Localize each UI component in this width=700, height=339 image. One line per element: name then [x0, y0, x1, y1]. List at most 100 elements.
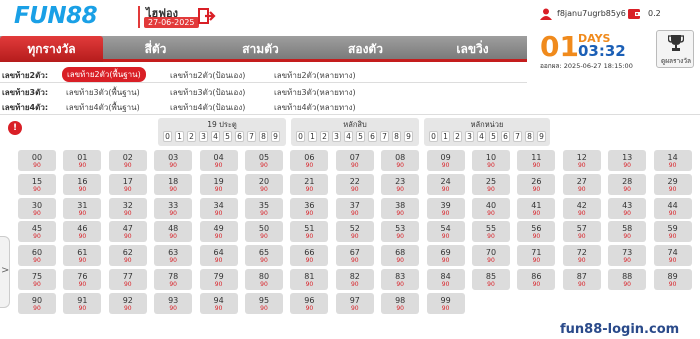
number-cell[interactable]: 76 90: [63, 269, 102, 290]
digit-button[interactable]: 4: [211, 131, 220, 142]
digit-button[interactable]: 5: [489, 131, 498, 142]
number-cell[interactable]: 73 90: [608, 245, 647, 267]
number-cell[interactable]: 98 90: [381, 292, 420, 314]
number-cell[interactable]: 62 90: [108, 245, 147, 267]
number-cell[interactable]: 44 90: [653, 197, 692, 219]
number-cell[interactable]: 51 90: [290, 221, 329, 243]
number-cell[interactable]: 87 90: [562, 269, 601, 290]
number-cell[interactable]: 38 90: [381, 197, 420, 219]
number-cell[interactable]: 04 90: [199, 150, 238, 171]
number-cell[interactable]: 48 90: [154, 221, 193, 243]
number-cell[interactable]: 13 90: [608, 150, 647, 171]
digit-button[interactable]: 7: [380, 131, 389, 142]
number-cell[interactable]: 92 90: [108, 292, 147, 314]
number-cell[interactable]: 33 90: [154, 197, 193, 219]
number-cell[interactable]: 06 90: [290, 150, 329, 171]
number-cell[interactable]: 03 90: [154, 150, 193, 171]
digit-button[interactable]: 8: [259, 131, 268, 142]
number-cell[interactable]: 66 90: [290, 245, 329, 267]
number-cell[interactable]: 41 90: [517, 197, 556, 219]
number-cell[interactable]: 05 90: [245, 150, 283, 171]
bet-option-basic[interactable]: เลขท้าย4ตัว(พื้นฐาน): [66, 101, 140, 114]
number-cell[interactable]: 14 90: [653, 150, 692, 171]
number-cell[interactable]: 82 90: [335, 269, 374, 290]
number-cell[interactable]: 46 90: [63, 221, 102, 243]
number-cell[interactable]: 79 90: [199, 269, 238, 290]
digit-button[interactable]: 4: [344, 131, 353, 142]
number-cell[interactable]: 88 90: [608, 269, 647, 290]
digit-button[interactable]: 3: [332, 131, 341, 142]
digit-button[interactable]: 7: [247, 131, 256, 142]
digit-button[interactable]: 3: [199, 131, 208, 142]
number-cell[interactable]: 28 90: [608, 173, 647, 195]
bet-option-manual[interactable]: เลขท้าย2ตัว(ป้อนเอง): [170, 69, 245, 82]
number-cell[interactable]: 78 90: [154, 269, 193, 290]
bet-option-multi[interactable]: เลขท้าย3ตัว(หลายทาง): [274, 86, 356, 99]
number-cell[interactable]: 93 90: [154, 292, 193, 314]
number-cell[interactable]: 09 90: [426, 150, 465, 171]
tab-two-digit[interactable]: สองตัว: [313, 36, 418, 62]
digit-button[interactable]: 9: [404, 131, 413, 142]
number-cell[interactable]: 55 90: [472, 221, 510, 243]
number-cell[interactable]: 32 90: [108, 197, 147, 219]
info-icon[interactable]: !: [8, 121, 22, 135]
number-cell[interactable]: 81 90: [290, 269, 329, 290]
digit-button[interactable]: 4: [477, 131, 486, 142]
digit-button[interactable]: 0: [296, 131, 305, 142]
digit-button[interactable]: 6: [368, 131, 377, 142]
digit-button[interactable]: 1: [308, 131, 317, 142]
number-cell[interactable]: 90 90: [18, 292, 56, 314]
number-cell[interactable]: 84 90: [426, 269, 465, 290]
number-cell[interactable]: 24 90: [426, 173, 465, 195]
number-cell[interactable]: 64 90: [199, 245, 238, 267]
digit-button[interactable]: 0: [163, 131, 172, 142]
number-cell[interactable]: 47 90: [108, 221, 147, 243]
number-cell[interactable]: 94 90: [199, 292, 238, 314]
number-cell[interactable]: 29 90: [653, 173, 692, 195]
side-expand-handle[interactable]: >: [0, 236, 10, 308]
bet-option-basic[interactable]: เลขท้าย2ตัว(พื้นฐาน): [62, 67, 146, 82]
digit-button[interactable]: 5: [223, 131, 232, 142]
digit-button[interactable]: 5: [356, 131, 365, 142]
number-cell[interactable]: 77 90: [108, 269, 147, 290]
number-cell[interactable]: 72 90: [562, 245, 601, 267]
exit-icon[interactable]: [198, 8, 216, 24]
number-cell[interactable]: 60 90: [18, 245, 56, 267]
number-cell[interactable]: 85 90: [472, 269, 510, 290]
digit-button[interactable]: 9: [537, 131, 546, 142]
number-cell[interactable]: 56 90: [517, 221, 556, 243]
number-cell[interactable]: 96 90: [290, 292, 329, 314]
number-cell[interactable]: 31 90: [63, 197, 102, 219]
tab-all-prizes[interactable]: ทุกรางวัล: [0, 36, 103, 62]
number-cell[interactable]: 18 90: [154, 173, 193, 195]
number-cell[interactable]: 65 90: [245, 245, 283, 267]
number-cell[interactable]: 17 90: [108, 173, 147, 195]
number-cell[interactable]: 97 90: [335, 292, 374, 314]
fun88-logo[interactable]: FUN88: [14, 3, 98, 29]
number-cell[interactable]: 22 90: [335, 173, 374, 195]
number-cell[interactable]: 83 90: [381, 269, 420, 290]
digit-button[interactable]: 6: [501, 131, 510, 142]
digit-button[interactable]: 0: [429, 131, 438, 142]
number-cell[interactable]: 49 90: [199, 221, 238, 243]
number-cell[interactable]: 42 90: [562, 197, 601, 219]
number-cell[interactable]: 30 90: [18, 197, 56, 219]
number-cell[interactable]: 00 90: [18, 150, 56, 171]
number-cell[interactable]: 70 90: [472, 245, 510, 267]
digit-button[interactable]: 8: [392, 131, 401, 142]
number-cell[interactable]: 35 90: [245, 197, 283, 219]
number-cell[interactable]: 07 90: [335, 150, 374, 171]
number-cell[interactable]: 08 90: [381, 150, 420, 171]
number-cell[interactable]: 57 90: [562, 221, 601, 243]
number-cell[interactable]: 15 90: [18, 173, 56, 195]
number-cell[interactable]: 23 90: [381, 173, 420, 195]
number-cell[interactable]: 54 90: [426, 221, 465, 243]
number-cell[interactable]: 26 90: [517, 173, 556, 195]
number-cell[interactable]: 95 90: [245, 292, 283, 314]
bet-option-basic[interactable]: เลขท้าย3ตัว(พื้นฐาน): [66, 86, 140, 99]
digit-button[interactable]: 6: [235, 131, 244, 142]
digit-button[interactable]: 3: [465, 131, 474, 142]
tab-running-number[interactable]: เลขวิ่ง: [418, 36, 527, 62]
number-cell[interactable]: 75 90: [18, 269, 56, 290]
digit-button[interactable]: 1: [175, 131, 184, 142]
